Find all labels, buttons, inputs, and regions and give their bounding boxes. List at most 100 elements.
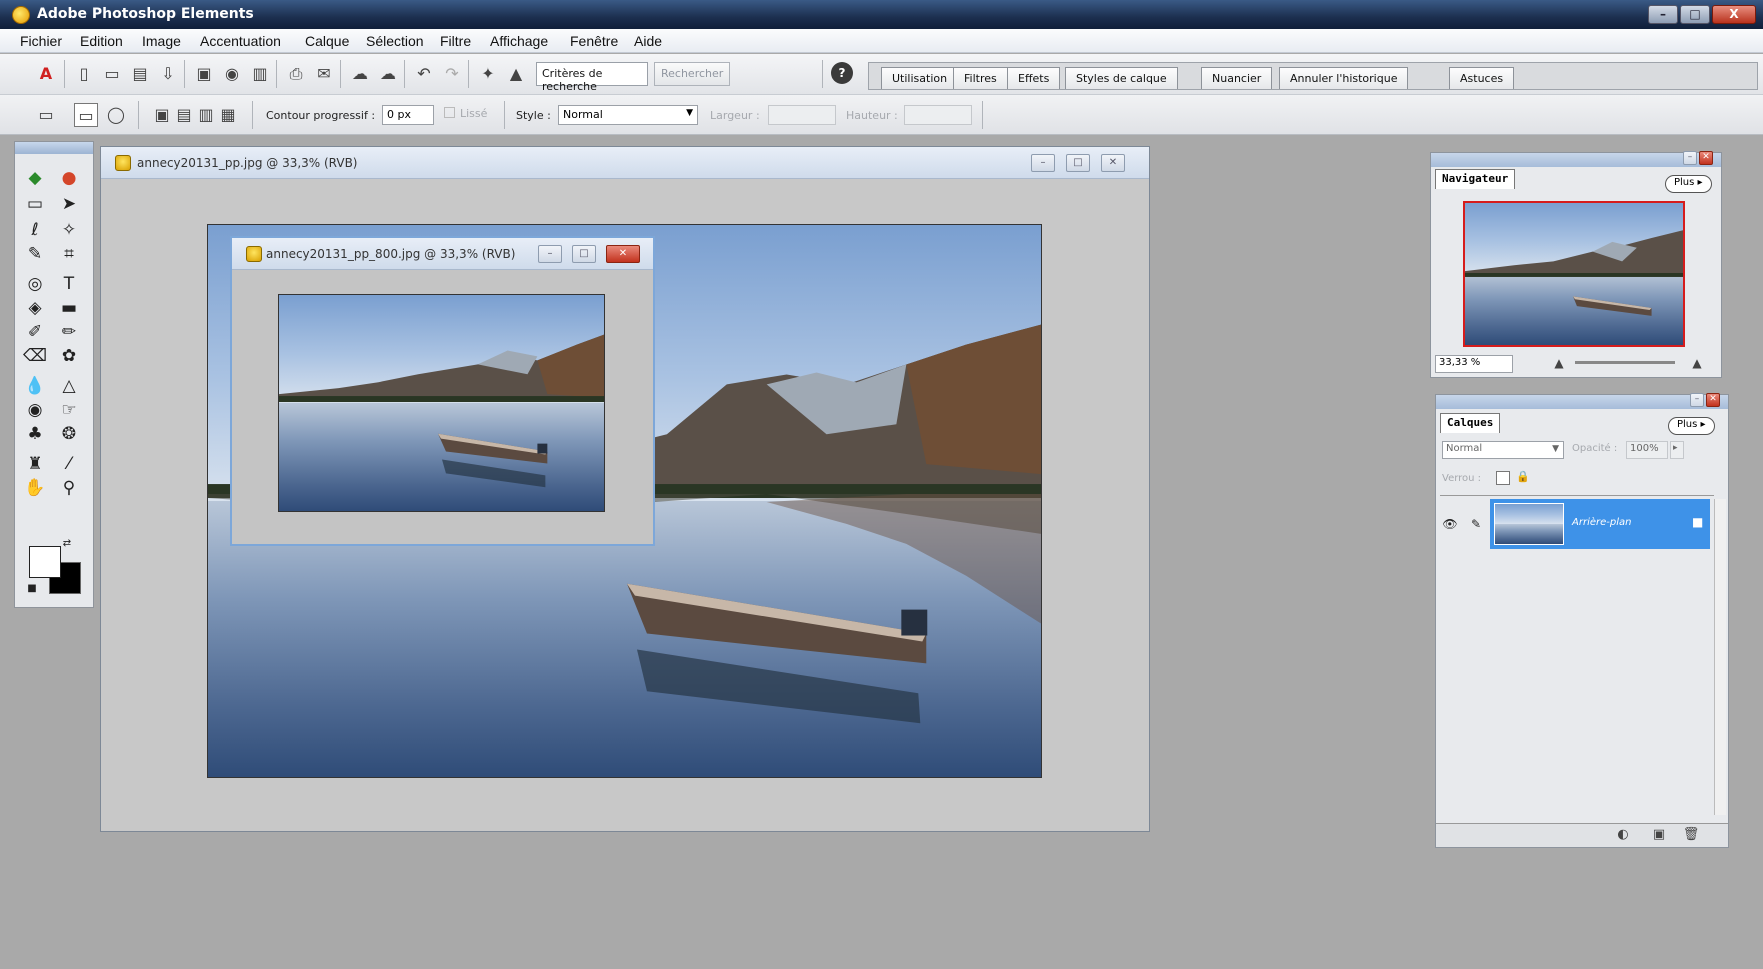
menu-filtre[interactable]: Filtre [440,33,471,49]
magic-wand-tool-icon[interactable]: ✧ [55,218,83,242]
gradient-tool-icon[interactable]: ▬ [55,296,83,320]
blend-mode-select[interactable]: Normal ▼ [1442,441,1564,459]
menu-calque[interactable]: Calque [305,33,349,49]
close-button[interactable]: X [1712,5,1756,24]
tab-styles-de-calque[interactable]: Styles de calque [1065,67,1178,89]
default-colors-icon[interactable]: ■ [25,582,39,596]
doc-close-button[interactable]: ✕ [1101,154,1125,172]
crop-tool-icon[interactable]: ⌗ [55,242,83,266]
zoom-slider[interactable] [1575,361,1675,364]
layers-header[interactable]: – ✕ [1436,393,1728,409]
layers-scrollbar[interactable] [1714,499,1726,815]
eraser-tool-icon[interactable]: ⌫ [21,344,49,368]
toolbox-header[interactable] [15,142,93,154]
clone-stamp-tool-icon[interactable]: ♜ [21,452,49,476]
rect-marquee-tool-icon[interactable]: ▭ [21,192,49,216]
sharpen-tool-icon[interactable]: △ [55,374,83,398]
navigator-thumbnail[interactable] [1463,201,1685,347]
custom-shape-tool-icon[interactable]: ✿ [55,344,83,368]
save-icon[interactable]: ▣ [192,62,216,86]
photo-bin-icon[interactable]: ◆ [21,166,49,190]
sponge-tool-icon[interactable]: ◉ [21,398,49,422]
adjustment-layer-icon[interactable]: ◐ [1612,824,1634,846]
eye-visibility-icon[interactable]: 👁 [1438,499,1462,549]
new-file-icon[interactable]: ▯ [72,62,96,86]
selection-brush-tool-icon[interactable]: ✎ [21,242,49,266]
import-icon[interactable]: ⇩ [156,62,180,86]
adobe-icon[interactable]: A [34,62,58,86]
navigator-collapse-button[interactable]: – [1683,151,1697,165]
print-preview-icon[interactable]: ▥ [248,62,272,86]
tab-effets[interactable]: Effets [1007,67,1061,89]
layer-row-background[interactable]: 👁 ✎ Arrière-plan ■ [1438,499,1710,549]
red-eye-tool-icon[interactable]: ◎ [21,272,49,296]
menu-affichage[interactable]: Affichage [490,33,548,49]
menu-fichier[interactable]: Fichier [20,33,62,49]
dodge-tool-icon[interactable]: ♣ [21,422,49,446]
quick-fix-icon[interactable]: ● [55,166,83,190]
width-input[interactable] [768,105,836,125]
layers-more-button[interactable]: Plus ▸ [1668,417,1715,435]
opacity-dropdown-icon[interactable]: ▸ [1670,441,1684,459]
navigator-more-button[interactable]: Plus ▸ [1665,175,1712,193]
doc-minimize-button[interactable]: – [1031,154,1055,172]
navigator-tab[interactable]: Navigateur [1435,169,1516,189]
healing-brush-tool-icon[interactable]: ❂ [55,422,83,446]
tab-astuces[interactable]: Astuces [1449,67,1515,89]
quick-fix-icon[interactable]: ✦ [476,62,500,86]
menu-accentuation[interactable]: Accentuation [200,33,281,49]
layers-collapse-button[interactable]: – [1690,393,1704,407]
rect-marquee-option-icon[interactable]: ▭ [74,103,98,127]
email-icon[interactable]: ✉ [312,62,336,86]
navigator-header[interactable]: – ✕ [1431,151,1721,167]
menu-edition[interactable]: Edition [80,33,123,49]
tab-annuler-historique[interactable]: Annuler l'historique [1279,67,1409,89]
add-selection-icon[interactable]: ▤ [172,103,196,127]
tab-filtres[interactable]: Filtres [953,67,1008,89]
tab-utilisation[interactable]: Utilisation [881,67,959,89]
paint-bucket-tool-icon[interactable]: ◈ [21,296,49,320]
foreground-color-swatch[interactable] [29,546,61,578]
height-input[interactable] [904,105,972,125]
move-tool-icon[interactable]: ➤ [55,192,83,216]
navigator-zoom-input[interactable]: 33,33 % [1435,355,1513,373]
maximize-button[interactable]: □ [1680,5,1710,24]
inner-doc-close-button[interactable]: ✕ [606,245,640,263]
style-select[interactable]: Normal ▼ [558,105,698,125]
doc-restore-button[interactable]: □ [1066,154,1090,172]
minimize-button[interactable]: – [1648,5,1678,24]
new-layer-icon[interactable]: ▣ [1648,824,1670,846]
help-icon[interactable]: ? [831,62,853,84]
navigator-close-button[interactable]: ✕ [1699,151,1713,165]
lock-all-icon[interactable]: 🔒 [1516,470,1530,484]
marquee-options-icon[interactable]: ▭ [34,103,58,127]
menu-fenetre[interactable]: Fenêtre [570,33,618,49]
delete-layer-icon[interactable]: 🗑 [1680,824,1702,846]
undo-icon[interactable]: ↶ [412,62,436,86]
menu-aide[interactable]: Aide [634,33,662,49]
print-icon[interactable]: ⎙ [284,62,308,86]
new-selection-icon[interactable]: ▣ [150,103,174,127]
brush-link-icon[interactable]: ✎ [1462,499,1490,549]
open-folder-icon[interactable]: ▭ [100,62,124,86]
share-icon[interactable]: ☁ [376,62,400,86]
lock-transparency-icon[interactable] [1496,471,1510,485]
layers-tab[interactable]: Calques [1440,413,1501,433]
search-input[interactable]: Critères de recherche [536,62,648,93]
inner-document-title-bar[interactable]: annecy20131_pp_800.jpg @ 33,3% (RVB) – □… [232,238,653,270]
pencil-tool-icon[interactable]: ✏ [55,320,83,344]
smudge-tool-icon[interactable]: ☞ [55,398,83,422]
inner-doc-minimize-button[interactable]: – [538,245,562,263]
brush-tool-icon[interactable]: ✐ [21,320,49,344]
inner-canvas-image[interactable] [278,294,605,512]
main-document-title-bar[interactable]: annecy20131_pp.jpg @ 33,3% (RVB) – □ ✕ [101,147,1149,179]
browse-icon[interactable]: ▤ [128,62,152,86]
menu-image[interactable]: Image [142,33,181,49]
ellipse-marquee-option-icon[interactable]: ◯ [104,103,128,127]
hand-tool-icon[interactable]: ✋ [21,476,49,500]
online-service-icon[interactable]: ☁ [348,62,372,86]
tab-nuancier[interactable]: Nuancier [1201,67,1273,89]
type-tool-icon[interactable]: T [55,272,83,296]
subtract-selection-icon[interactable]: ▥ [194,103,218,127]
intersect-selection-icon[interactable]: ▦ [216,103,240,127]
